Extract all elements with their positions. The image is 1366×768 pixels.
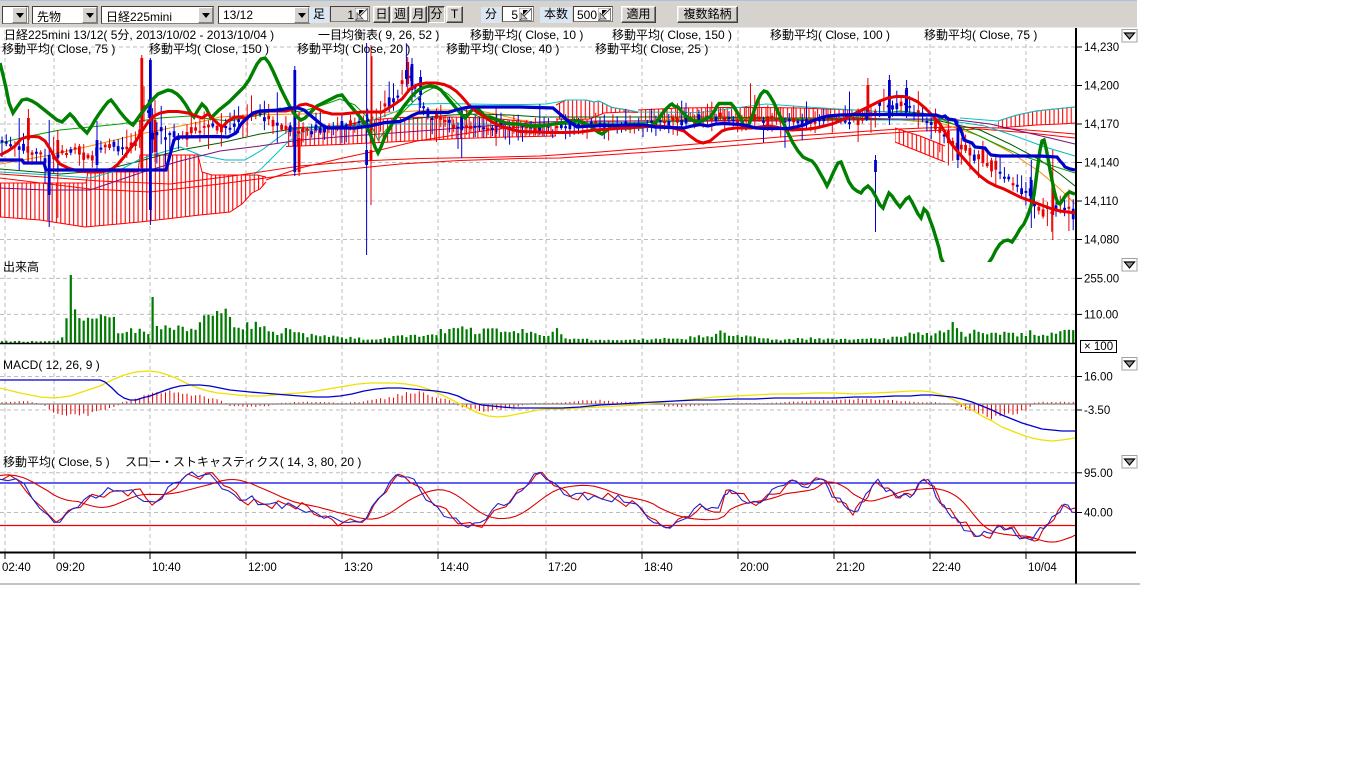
svg-text:14,200: 14,200 — [1084, 81, 1119, 93]
svg-text:MACD( 12, 26, 9 ): MACD( 12, 26, 9 ) — [3, 358, 100, 372]
svg-text:14,110: 14,110 — [1084, 196, 1118, 208]
svg-text:13:20: 13:20 — [344, 562, 373, 574]
svg-text:09:20: 09:20 — [56, 562, 85, 574]
svg-text:出来高: 出来高 — [3, 259, 39, 274]
svg-text:移動平均( Close, 75 ): 移動平均( Close, 75 ) — [2, 42, 115, 56]
svg-text:× 100: × 100 — [1084, 341, 1113, 353]
svg-text:21:20: 21:20 — [836, 562, 865, 574]
svg-text:14:40: 14:40 — [440, 562, 469, 574]
svg-text:14,230: 14,230 — [1084, 42, 1119, 54]
svg-text:移動平均( Close, 75 ): 移動平均( Close, 75 ) — [924, 28, 1037, 42]
svg-text:日経225mini 13/12( 5分, 2013/10/0: 日経225mini 13/12( 5分, 2013/10/02 - 2013/1… — [4, 28, 274, 42]
svg-text:移動平均( Close, 150 ): 移動平均( Close, 150 ) — [149, 42, 269, 56]
svg-text:95.00: 95.00 — [1084, 468, 1113, 480]
svg-text:移動平均( Close, 20 ): 移動平均( Close, 20 ) — [297, 42, 410, 56]
svg-text:12:00: 12:00 — [248, 562, 277, 574]
svg-text:14,170: 14,170 — [1084, 119, 1119, 131]
svg-text:移動平均( Close, 150 ): 移動平均( Close, 150 ) — [612, 28, 732, 42]
svg-text:移動平均( Close, 40 ): 移動平均( Close, 40 ) — [446, 42, 559, 56]
svg-text:22:40: 22:40 — [932, 562, 961, 574]
svg-text:-3.50: -3.50 — [1084, 405, 1110, 417]
svg-text:14,140: 14,140 — [1084, 158, 1119, 170]
svg-text:02:40: 02:40 — [2, 562, 31, 574]
svg-text:17:20: 17:20 — [548, 562, 577, 574]
svg-text:10:40: 10:40 — [152, 562, 181, 574]
svg-text:移動平均( Close, 100 ): 移動平均( Close, 100 ) — [770, 28, 890, 42]
svg-text:16.00: 16.00 — [1084, 372, 1113, 384]
svg-text:255.00: 255.00 — [1084, 273, 1119, 285]
svg-text:40.00: 40.00 — [1084, 508, 1113, 520]
svg-text:18:40: 18:40 — [644, 562, 673, 574]
svg-text:14,080: 14,080 — [1084, 235, 1119, 247]
svg-text:移動平均( Close, 25 ): 移動平均( Close, 25 ) — [595, 42, 708, 56]
svg-text:一目均衡表( 9, 26, 52 ): 一目均衡表( 9, 26, 52 ) — [318, 28, 439, 42]
svg-text:移動平均( Close, 10 ): 移動平均( Close, 10 ) — [470, 28, 583, 42]
svg-text:10/04: 10/04 — [1028, 562, 1057, 574]
svg-text:移動平均( Close, 5 ) スロー・ストキャスティク: 移動平均( Close, 5 ) スロー・ストキャスティクス( 14, 3, 8… — [3, 455, 361, 469]
svg-text:20:00: 20:00 — [740, 562, 769, 574]
svg-text:110.00: 110.00 — [1084, 309, 1118, 321]
